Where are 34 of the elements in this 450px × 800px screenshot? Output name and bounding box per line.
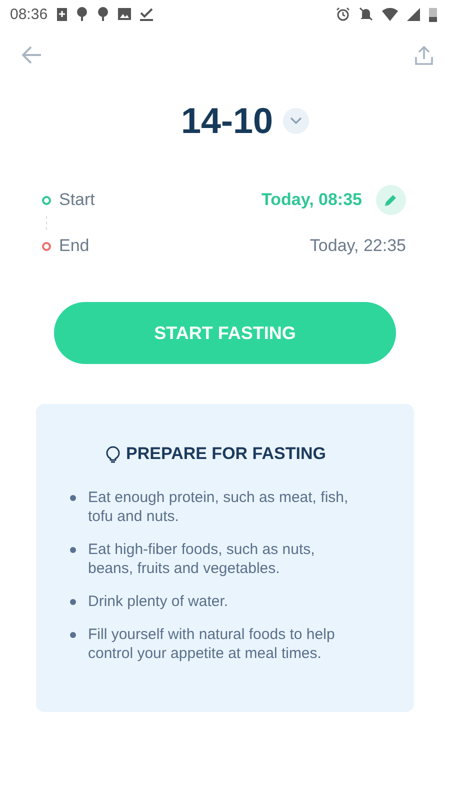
tree-icon	[76, 7, 88, 21]
back-arrow-icon	[22, 46, 42, 64]
wifi-icon	[382, 8, 398, 20]
share-icon	[414, 46, 434, 66]
plan-title: 14-10	[180, 100, 274, 142]
signal-icon	[407, 8, 420, 20]
edit-button[interactable]	[376, 185, 406, 215]
tip-text: Fill yourself with natural foods to help control your appetite at meal times.	[88, 625, 336, 663]
dropdown-button[interactable]	[283, 108, 310, 134]
download-done-icon	[140, 8, 153, 20]
schedule-time: Today, 08:35	[262, 190, 362, 210]
alarm-icon	[336, 7, 350, 21]
start-fasting-button[interactable]: START FASTING	[54, 302, 396, 364]
schedule-label: End	[59, 236, 90, 256]
timeline-line	[46, 216, 47, 230]
battery-plus-icon	[56, 7, 67, 21]
bullet-icon	[70, 547, 76, 553]
status-time: 08:36	[10, 6, 48, 22]
tip-text: Drink plenty of water.	[88, 592, 228, 611]
bullet-icon	[70, 495, 76, 501]
tip-text: Eat enough protein, such as meat, fish, tofu and nuts.	[88, 488, 350, 526]
chevron-down-icon	[290, 117, 302, 125]
image-icon	[118, 8, 131, 20]
pencil-icon	[384, 193, 398, 207]
schedule-label: Start	[59, 190, 95, 210]
bell-off-icon	[359, 7, 373, 21]
tips-title: PREPARE FOR FASTING	[126, 444, 326, 464]
tree-icon	[96, 7, 109, 21]
lightbulb-icon	[106, 446, 120, 462]
bullet-icon	[70, 632, 76, 638]
battery-icon	[429, 6, 437, 22]
schedule-time: Today, 22:35	[310, 236, 406, 256]
bullet-icon	[70, 599, 76, 605]
tip-text: Eat high-fiber foods, such as nuts, beans, fruits and vegetables.	[88, 540, 316, 578]
